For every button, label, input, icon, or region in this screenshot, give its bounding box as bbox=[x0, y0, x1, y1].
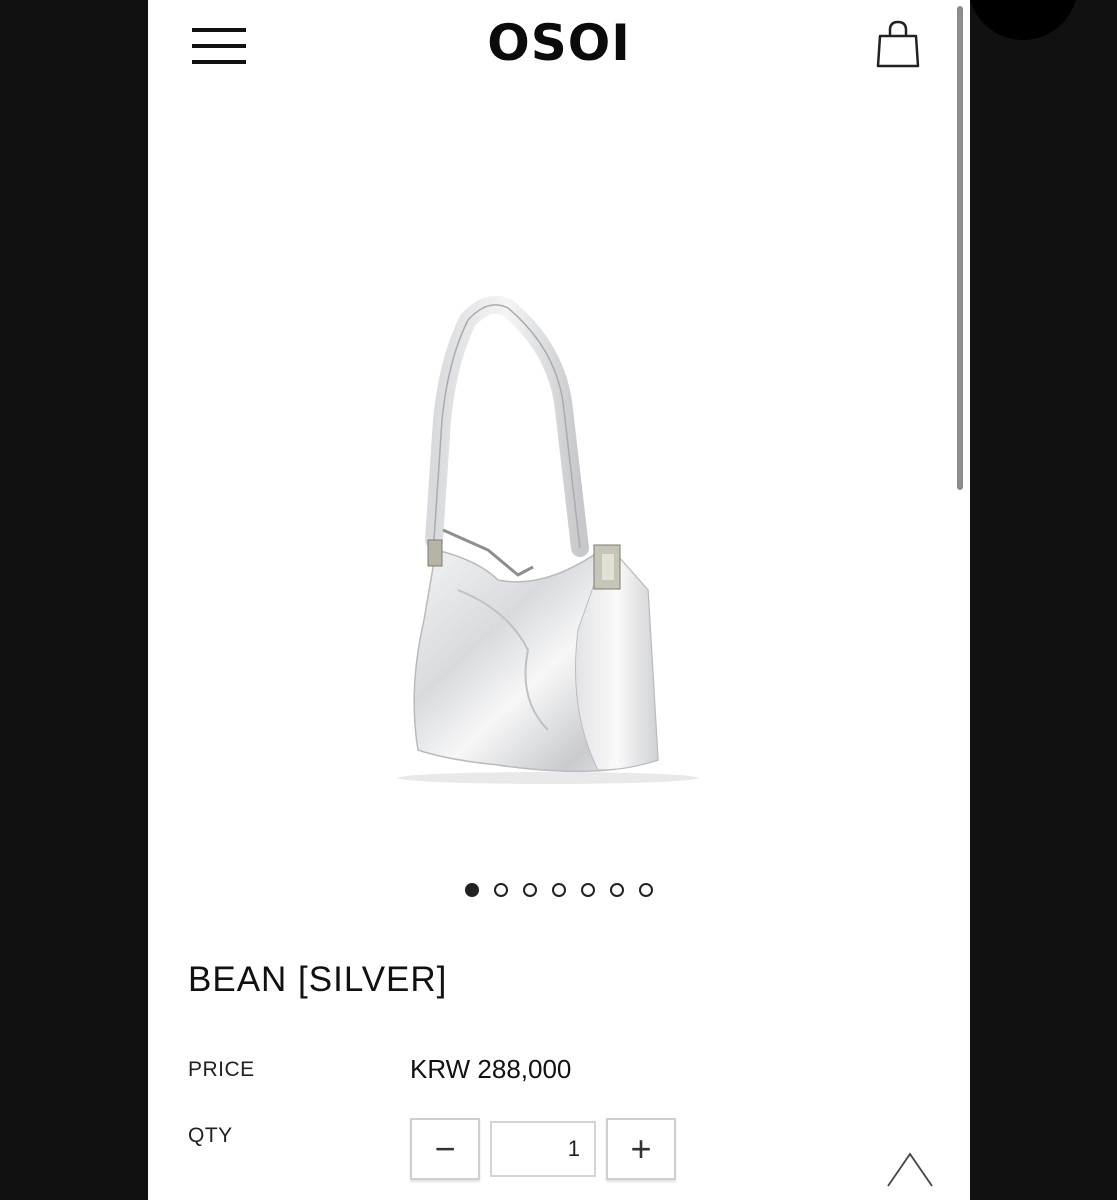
shopping-bag-icon[interactable] bbox=[874, 20, 922, 70]
minus-icon: − bbox=[434, 1128, 456, 1169]
gallery-dot-6[interactable] bbox=[610, 883, 624, 897]
product-title: BEAN [SILVER] bbox=[188, 960, 448, 999]
price-label: PRICE bbox=[188, 1058, 255, 1081]
qty-label: QTY bbox=[188, 1124, 233, 1147]
product-image[interactable] bbox=[348, 290, 768, 810]
mobile-page: OSOI BEAN [SILVER] PRICE KRW 288,000 QTY… bbox=[148, 0, 970, 1200]
gallery-dot-3[interactable] bbox=[523, 883, 537, 897]
gallery-dot-1[interactable] bbox=[465, 883, 479, 897]
price-value: KRW 288,000 bbox=[410, 1054, 572, 1084]
qty-decrease-button[interactable]: − bbox=[410, 1118, 480, 1180]
gallery-pagination bbox=[148, 883, 970, 897]
gallery-dot-7[interactable] bbox=[639, 883, 653, 897]
plus-icon: + bbox=[630, 1128, 652, 1169]
gallery-dot-5[interactable] bbox=[581, 883, 595, 897]
page-scrollbar[interactable] bbox=[957, 6, 963, 490]
chevron-up-icon[interactable] bbox=[886, 1150, 934, 1190]
qty-increase-button[interactable]: + bbox=[606, 1118, 676, 1180]
corner-shadow bbox=[968, 0, 1078, 40]
brand-logo[interactable]: OSOI bbox=[148, 14, 970, 72]
gallery-dot-4[interactable] bbox=[552, 883, 566, 897]
gallery-dot-2[interactable] bbox=[494, 883, 508, 897]
qty-input[interactable] bbox=[490, 1121, 596, 1177]
